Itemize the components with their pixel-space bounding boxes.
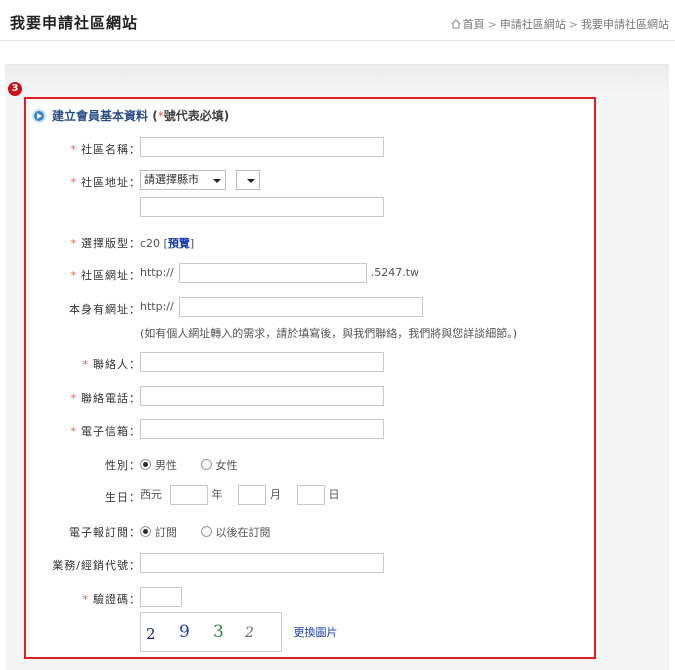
row-agent-code: 業務/經銷代號： <box>26 553 594 575</box>
row-captcha-image: 2 9 3 2 更換圖片 <box>26 612 594 654</box>
captcha-input[interactable] <box>140 587 182 607</box>
page-title: 我要申請社區網站 <box>10 14 139 32</box>
row-own-url: 本身有網址： http:// <box>26 297 594 319</box>
row-template: * 選擇版型： c20 [預覽] <box>70 237 195 250</box>
breadcrumb-current: 我要申請社區網站 <box>581 18 669 31</box>
breadcrumb-separator: > <box>568 18 578 31</box>
row-captcha: * 驗證碼： <box>26 587 594 609</box>
required-mark: * <box>70 176 77 189</box>
required-mark: * <box>70 143 77 156</box>
community-url-label: 社區網址： <box>81 269 141 282</box>
birthday-day-input[interactable] <box>296 485 325 505</box>
breadcrumb-home[interactable]: 首頁 <box>463 18 485 31</box>
agent-code-label: 業務/經銷代號： <box>52 559 141 572</box>
required-mark: * <box>82 593 89 606</box>
own-url-prefix: http:// <box>140 300 174 313</box>
birthday-label: 生日： <box>105 491 141 504</box>
template-value: c20 <box>140 237 161 250</box>
row-own-url-hint: (如有個人網址轉入的需求，請於填寫後，與我們聯絡，我們將與您詳談細節。) <box>26 321 594 343</box>
required-mark: * <box>70 425 77 438</box>
captcha-image: 2 9 3 2 <box>140 612 282 652</box>
community-url-prefix: http:// <box>140 266 174 279</box>
birthday-month-input[interactable] <box>238 485 266 505</box>
required-mark: * <box>70 237 77 250</box>
newsletter-label: 電子報訂閱： <box>69 526 141 539</box>
contact-person-input[interactable] <box>140 352 384 372</box>
panel-band <box>5 65 669 97</box>
community-url-suffix: .5247.tw <box>370 266 419 279</box>
row-birthday: 生日： 西元 年 月 日 <box>26 485 594 507</box>
address-detail-input[interactable] <box>140 197 384 217</box>
breadcrumb: 首頁 > 申請社區網站 > 我要申請社區網站 <box>451 16 669 32</box>
community-url-input[interactable] <box>179 263 368 283</box>
member-form: 建立會員基本資料 (*號代表必填) * 社區名稱： * 社區地址： 請選擇縣市 * 選… <box>24 97 596 659</box>
county-select[interactable]: 請選擇縣市 <box>140 170 226 190</box>
district-select[interactable] <box>235 170 260 190</box>
captcha-digit: 2 <box>146 625 156 643</box>
birthday-year-input[interactable] <box>169 485 208 505</box>
row-community-name: * 社區名稱： <box>26 137 594 159</box>
gender-male-label[interactable]: 男性 <box>155 459 177 472</box>
row-contact-phone: * 聯絡電話： <box>26 386 594 408</box>
contact-person-label: 聯絡人： <box>93 358 141 371</box>
contact-phone-input[interactable] <box>140 386 384 406</box>
birthday-era: 西元 <box>140 488 162 501</box>
gender-label: 性別： <box>105 459 141 472</box>
row-newsletter: 電子報訂閱： 訂閱 以後在訂閱 <box>26 520 594 542</box>
newsletter-later-label[interactable]: 以後在訂閱 <box>216 526 271 539</box>
captcha-label: 驗證碼： <box>93 593 141 606</box>
email-input[interactable] <box>140 419 384 439</box>
gender-female-radio[interactable] <box>200 459 212 470</box>
community-name-input[interactable] <box>140 137 384 157</box>
step-badge: 3 <box>8 82 22 96</box>
row-email: * 電子信箱： <box>26 419 594 441</box>
row-community-address: * 社區地址： 請選擇縣市 <box>26 170 594 192</box>
template-label: 選擇版型： <box>81 237 141 250</box>
gender-male-radio[interactable] <box>140 459 151 470</box>
agent-code-input[interactable] <box>140 553 384 573</box>
newsletter-subscribe-radio[interactable] <box>140 526 151 537</box>
required-mark: * <box>82 358 89 371</box>
section-title: 建立會員基本資料 (*號代表必填) <box>32 107 229 124</box>
home-icon <box>451 19 461 32</box>
captcha-refresh-link[interactable]: 更換圖片 <box>294 626 338 639</box>
row-community-url: * 社區網址： http:// .5247.tw <box>26 263 594 285</box>
chevron-down-icon <box>213 179 221 183</box>
required-mark: * <box>70 269 77 282</box>
newsletter-subscribe-label[interactable]: 訂閱 <box>155 526 177 539</box>
email-label: 電子信箱： <box>81 425 141 438</box>
community-name-label: 社區名稱： <box>81 143 141 156</box>
captcha-digit: 2 <box>245 625 254 641</box>
own-url-input[interactable] <box>179 297 424 317</box>
breadcrumb-separator: > <box>487 18 497 31</box>
row-gender: 性別： 男性 女性 <box>26 453 594 475</box>
captcha-digit: 3 <box>213 622 224 642</box>
gender-female-label[interactable]: 女性 <box>216 459 238 472</box>
section-arrow-icon <box>32 109 46 123</box>
captcha-digit: 9 <box>179 622 190 642</box>
breadcrumb-apply-site[interactable]: 申請社區網站 <box>500 18 566 31</box>
own-url-label: 本身有網址： <box>69 303 141 316</box>
row-address-detail <box>26 197 594 219</box>
chevron-down-icon <box>246 179 255 183</box>
required-mark: * <box>70 392 77 405</box>
template-preview-link[interactable]: 預覽 <box>168 237 190 250</box>
own-url-hint: (如有個人網址轉入的需求，請於填寫後，與我們聯絡，我們將與您詳談細節。) <box>140 327 518 340</box>
header-divider <box>0 40 675 41</box>
newsletter-later-radio[interactable] <box>200 526 212 537</box>
contact-phone-label: 聯絡電話： <box>81 392 141 405</box>
row-contact-person: * 聯絡人： <box>26 352 594 374</box>
community-address-label: 社區地址： <box>81 176 141 189</box>
